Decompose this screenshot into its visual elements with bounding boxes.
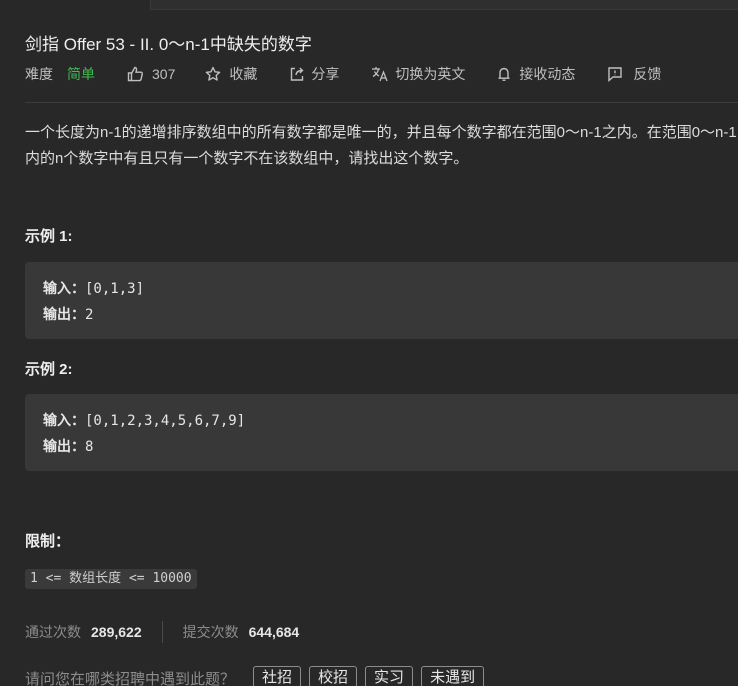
- company-survey: 请问您在哪类招聘中遇到此题？ 社招 校招 实习 未遇到: [25, 666, 492, 686]
- notify-button[interactable]: 接收动态: [497, 64, 575, 84]
- company-question: 请问您在哪类招聘中遇到此题？: [25, 670, 236, 686]
- tag-not-encountered[interactable]: 未遇到: [421, 666, 485, 686]
- problem-page: 剑指 Offer 53 - II. 0～n-1中缺失的数字 难度 简单 307 …: [0, 0, 738, 686]
- header-divider: [25, 102, 738, 103]
- difficulty-label: 难度: [25, 66, 53, 82]
- stats-divider: [161, 621, 163, 643]
- example-1-input-label: 输入：: [43, 281, 85, 297]
- thumbs-up-icon: [127, 66, 144, 82]
- problem-title: 剑指 Offer 53 - II. 0～n-1中缺失的数字: [25, 35, 312, 54]
- favorite-button[interactable]: 收藏: [205, 64, 257, 84]
- example-2-input: [0,1,2,3,4,5,6,7,9]: [85, 413, 246, 429]
- tag-internship[interactable]: 实习: [365, 666, 414, 686]
- translate-icon: [371, 66, 389, 82]
- translate-label: 切换为英文: [395, 66, 466, 82]
- constraint-item: 1 <= 数组长度 <= 10000: [25, 569, 197, 589]
- submissions-label: 提交次数: [182, 624, 239, 640]
- bell-icon: [497, 66, 511, 82]
- share-button[interactable]: 分享: [289, 64, 339, 84]
- difficulty-value: 简单: [67, 66, 95, 82]
- example-2-output: 8: [85, 439, 94, 455]
- submission-stats: 通过次数 289,622 提交次数 644,684: [25, 620, 299, 644]
- favorite-label: 收藏: [229, 66, 258, 82]
- example-2-title: 示例 2:: [25, 361, 73, 378]
- example-1-input: [0,1,3]: [85, 281, 145, 297]
- example-1-output: 2: [85, 307, 94, 323]
- feedback-button[interactable]: 反馈: [607, 64, 661, 84]
- like-button[interactable]: 307: [127, 66, 175, 82]
- example-1-output-label: 输出：: [43, 307, 85, 323]
- feedback-label: 反馈: [633, 66, 662, 82]
- tag-social-hire[interactable]: 社招: [253, 666, 302, 686]
- example-2-box: 输入：[0,1,2,3,4,5,6,7,9] 输出：8: [25, 394, 738, 471]
- example-1-title: 示例 1:: [25, 228, 73, 245]
- tag-campus-hire[interactable]: 校招: [309, 666, 358, 686]
- star-icon: [205, 66, 221, 82]
- share-label: 分享: [311, 66, 340, 82]
- tab-strip: [150, 0, 738, 10]
- example-1-box: 输入：[0,1,3] 输出：2: [25, 262, 738, 339]
- accepted-label: 通过次数: [25, 624, 81, 640]
- problem-meta-bar: 难度 简单 307 收藏 分享 切换为英文 接收动态 反馈: [25, 64, 661, 84]
- like-count: 307: [152, 66, 176, 82]
- example-2-input-label: 输入：: [43, 413, 85, 429]
- constraints-title: 限制：: [25, 533, 71, 550]
- translate-button[interactable]: 切换为英文: [371, 64, 465, 84]
- example-2-output-label: 输出：: [43, 439, 85, 455]
- feedback-icon: [607, 66, 623, 82]
- problem-description: 一个长度为n-1的递增排序数组中的所有数字都是唯一的，并且每个数字都在范围0～n…: [25, 124, 737, 167]
- notify-label: 接收动态: [519, 66, 576, 82]
- accepted-value: 289,622: [91, 624, 142, 640]
- submissions-value: 644,684: [248, 624, 300, 640]
- share-icon: [289, 66, 305, 82]
